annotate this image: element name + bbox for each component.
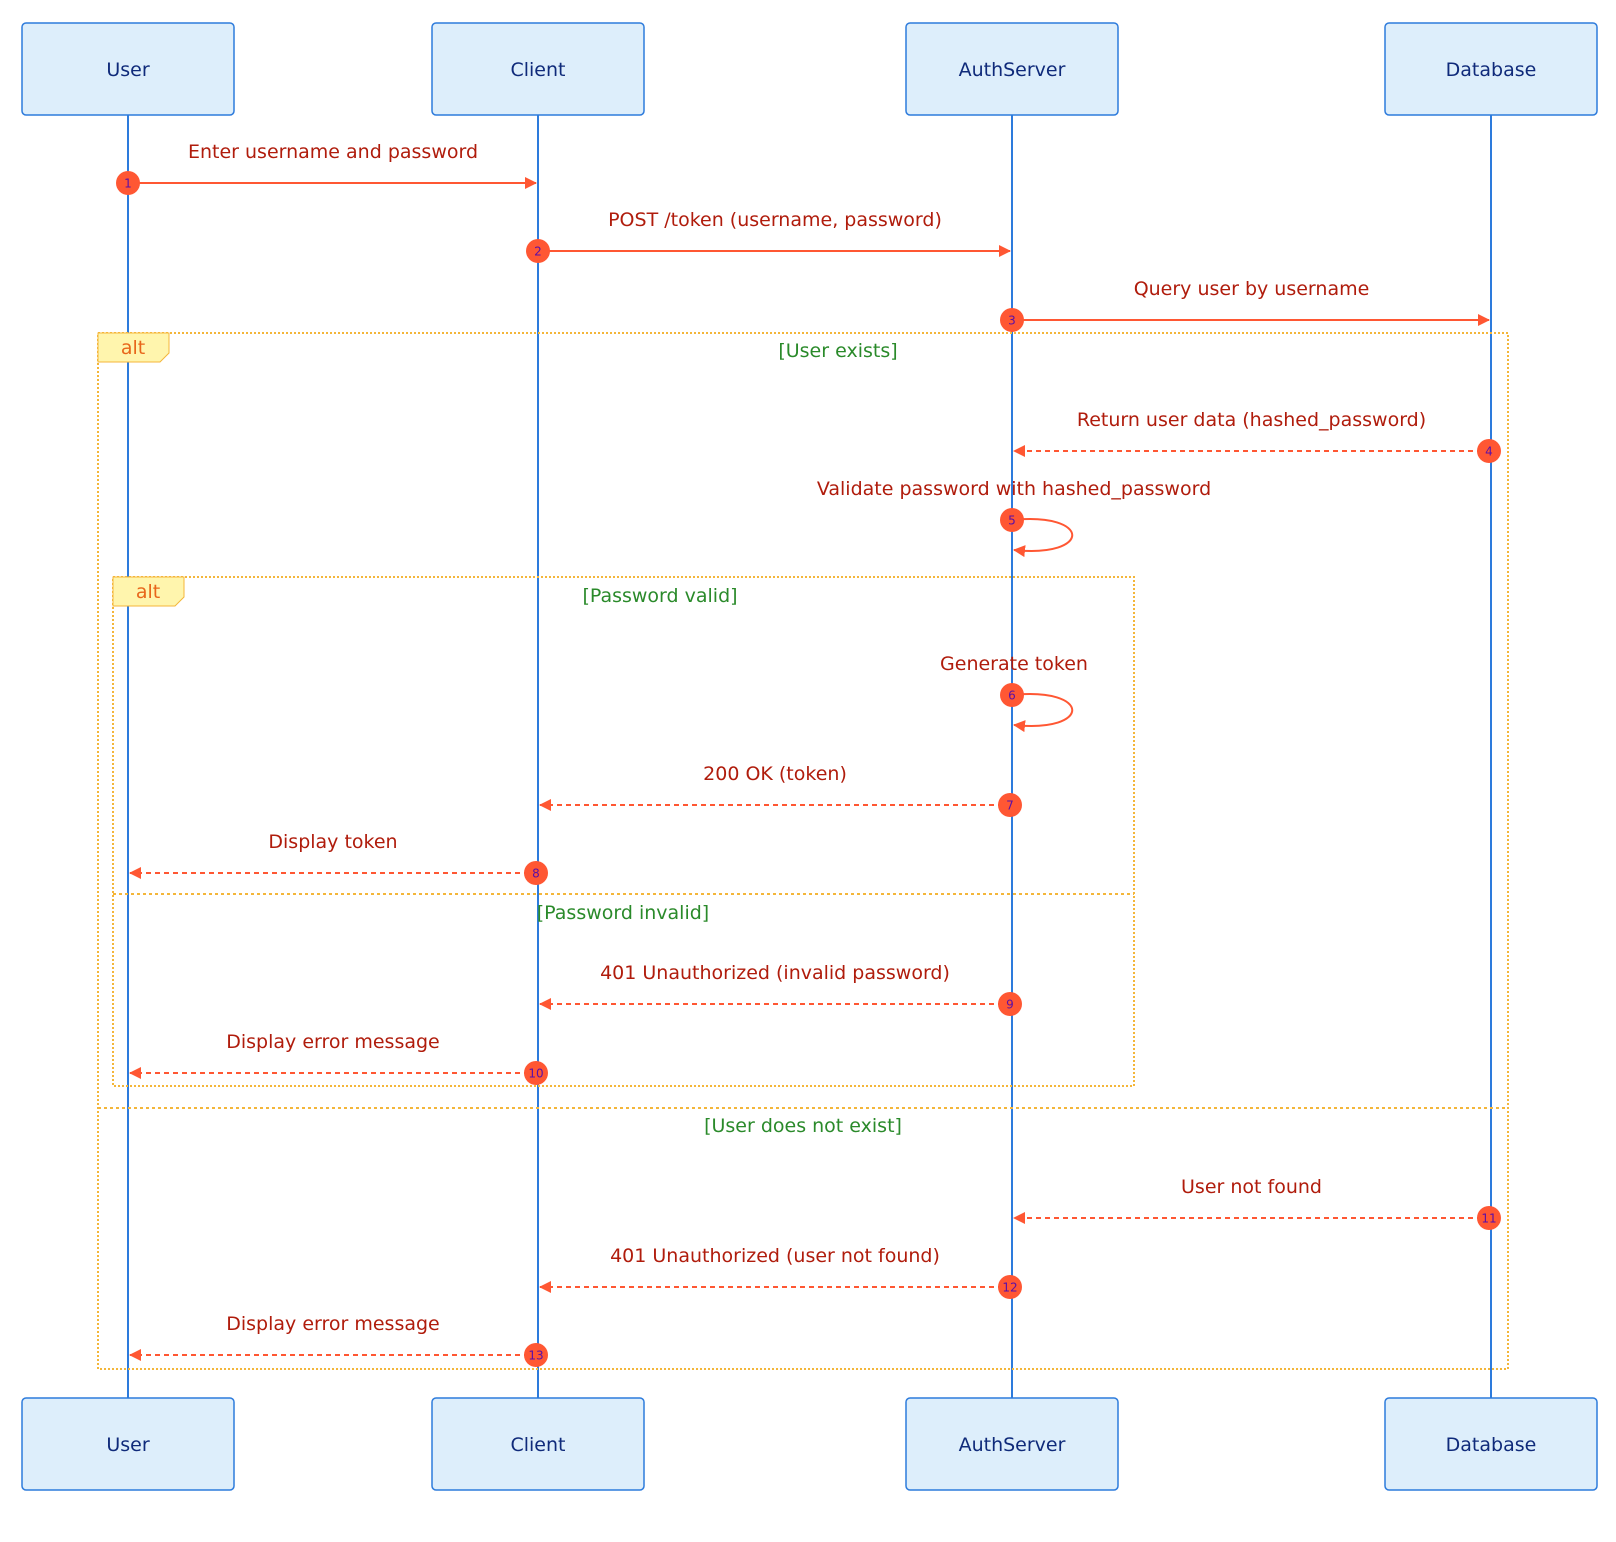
actor-client-bottom[interactable]: Client [431,1397,645,1491]
message-1[interactable]: Enter username and password 1 [116,141,537,195]
fragment-condition: [User exists] [778,340,897,362]
actor-label: AuthServer [959,1434,1066,1456]
fragment-condition: [Password valid] [582,585,737,607]
sequence-number: 10 [528,1067,543,1081]
sequence-number: 8 [532,867,540,881]
message-5[interactable]: Validate password with hashed_password 5 [817,478,1211,558]
sequence-number: 9 [1006,998,1014,1012]
message-label: 200 OK (token) [703,763,847,785]
actor-label: Client [510,1434,565,1456]
actor-label: AuthServer [959,59,1066,81]
actor-user-bottom[interactable]: User [21,1397,235,1491]
actor-user-top[interactable]: User [21,22,235,116]
message-10[interactable]: Display error message 10 [129,1031,548,1085]
message-label: 401 Unauthorized (user not found) [610,1245,940,1267]
sequence-number: 3 [1008,314,1016,328]
actor-label: Database [1446,59,1537,81]
message-2[interactable]: POST /token (username, password) 2 [526,209,1011,263]
message-label: User not found [1181,1176,1322,1198]
message-7[interactable]: 200 OK (token) 7 [539,763,1022,817]
message-12[interactable]: 401 Unauthorized (user not found) 12 [539,1245,1022,1299]
message-11[interactable]: User not found 11 [1013,1176,1501,1230]
message-label: Enter username and password [188,141,478,163]
sequence-number: 12 [1002,1281,1017,1295]
actor-database-bottom[interactable]: Database [1384,1397,1598,1491]
sequence-number: 6 [1008,689,1016,703]
message-6[interactable]: Generate token 6 [940,653,1088,733]
message-label: Generate token [940,653,1088,675]
message-9[interactable]: 401 Unauthorized (invalid password) 9 [539,962,1022,1016]
fragment-condition: [User does not exist] [704,1115,902,1137]
sequence-number: 11 [1481,1212,1496,1226]
message-label: POST /token (username, password) [608,209,942,231]
actor-label: Database [1446,1434,1537,1456]
sequence-number: 2 [534,245,542,259]
sequence-number: 1 [124,177,132,191]
message-label: Return user data (hashed_password) [1077,409,1426,431]
actor-client-top[interactable]: Client [431,22,645,116]
sequence-diagram: alt [User exists] [User does not exist] alt… [21,22,1598,1491]
message-label: Display token [268,831,397,853]
sequence-number: 7 [1006,799,1014,813]
actor-label: Client [510,59,565,81]
fragment-keyword: alt [136,581,160,603]
message-3[interactable]: Query user by username 3 [1000,278,1490,332]
actor-label: User [106,1434,149,1456]
message-label: Validate password with hashed_password [817,478,1211,500]
sequence-number: 5 [1008,514,1016,528]
sequence-number: 13 [528,1349,543,1363]
actor-authserver-top[interactable]: AuthServer [905,22,1119,116]
message-label: Display error message [226,1313,440,1335]
message-4[interactable]: Return user data (hashed_password) 4 [1013,409,1501,463]
actor-authserver-bottom[interactable]: AuthServer [905,1397,1119,1491]
message-13[interactable]: Display error message 13 [129,1313,548,1367]
message-8[interactable]: Display token 8 [129,831,548,885]
message-label: Display error message [226,1031,440,1053]
message-label: Query user by username [1134,278,1370,300]
actor-database-top[interactable]: Database [1384,22,1598,116]
actor-label: User [106,59,149,81]
message-label: 401 Unauthorized (invalid password) [600,962,950,984]
fragment-condition: [Password invalid] [537,902,709,924]
sequence-number: 4 [1485,445,1493,459]
fragment-keyword: alt [121,337,145,359]
